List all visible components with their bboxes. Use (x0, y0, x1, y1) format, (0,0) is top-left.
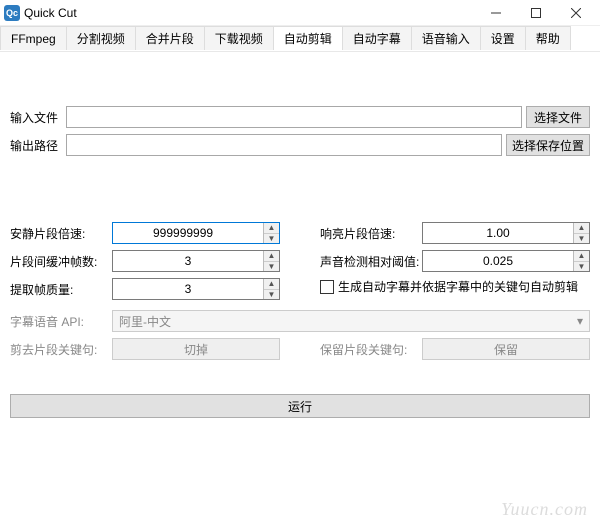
output-path-field[interactable] (66, 134, 502, 156)
auto-subtitle-checkbox-label: 生成自动字幕并依据字幕中的关键句自动剪辑 (338, 278, 578, 295)
quiet-speed-spinner[interactable]: 999999999 ▲▼ (112, 222, 280, 244)
minimize-button[interactable] (476, 0, 516, 26)
buffer-frames-spinner[interactable]: 3 ▲▼ (112, 250, 280, 272)
loud-speed-label: 响亮片段倍速: (320, 225, 422, 242)
tab-download[interactable]: 下载视频 (204, 26, 274, 50)
tab-help[interactable]: 帮助 (525, 26, 571, 50)
auto-subtitle-checkbox[interactable] (320, 280, 334, 294)
tab-auto-cut[interactable]: 自动剪辑 (273, 26, 343, 50)
run-button[interactable]: 运行 (10, 394, 590, 418)
app-icon: Qc (4, 5, 20, 21)
keep-button: 保留 (422, 338, 590, 360)
buffer-frames-value: 3 (113, 254, 263, 268)
close-button[interactable] (556, 0, 596, 26)
tab-merge[interactable]: 合并片段 (135, 26, 205, 50)
extract-quality-spinner[interactable]: 3 ▲▼ (112, 278, 280, 300)
output-path-label: 输出路径 (10, 137, 66, 154)
keep-keyword-label: 保留片段关键句: (320, 341, 422, 358)
spin-up-icon[interactable]: ▲ (574, 251, 589, 261)
cut-button: 切掉 (112, 338, 280, 360)
extract-quality-label: 提取帧质量: (10, 281, 112, 298)
tab-voice-input[interactable]: 语音输入 (411, 26, 481, 50)
watermark: Yuucn.com (501, 499, 588, 520)
extract-quality-value: 3 (113, 282, 263, 296)
spin-down-icon[interactable]: ▼ (264, 233, 279, 244)
window-title: Quick Cut (24, 6, 476, 20)
spin-up-icon[interactable]: ▲ (264, 279, 279, 289)
input-file-field[interactable] (66, 106, 522, 128)
tab-auto-subtitle[interactable]: 自动字幕 (342, 26, 412, 50)
spin-down-icon[interactable]: ▼ (574, 261, 589, 272)
threshold-spinner[interactable]: 0.025 ▲▼ (422, 250, 590, 272)
spin-up-icon[interactable]: ▲ (264, 223, 279, 233)
spin-up-icon[interactable]: ▲ (264, 251, 279, 261)
tab-settings[interactable]: 设置 (480, 26, 526, 50)
spin-down-icon[interactable]: ▼ (264, 261, 279, 272)
spin-down-icon[interactable]: ▼ (264, 289, 279, 300)
cut-keyword-label: 剪去片段关键句: (10, 341, 112, 358)
threshold-value: 0.025 (423, 254, 573, 268)
api-label: 字幕语音 API: (10, 313, 112, 330)
quiet-speed-value: 999999999 (113, 226, 263, 240)
maximize-button[interactable] (516, 0, 556, 26)
buffer-frames-label: 片段间缓冲帧数: (10, 253, 112, 270)
titlebar: Qc Quick Cut (0, 0, 600, 26)
tab-split-video[interactable]: 分割视频 (66, 26, 136, 50)
input-file-label: 输入文件 (10, 109, 66, 126)
window-controls (476, 0, 596, 26)
threshold-label: 声音检测相对阈值: (320, 253, 422, 270)
tab-bar: FFmpeg 分割视频 合并片段 下载视频 自动剪辑 自动字幕 语音输入 设置 … (0, 26, 600, 52)
loud-speed-spinner[interactable]: 1.00 ▲▼ (422, 222, 590, 244)
content-area: 输入文件 选择文件 输出路径 选择保存位置 安静片段倍速: 999999999 … (0, 52, 600, 374)
spin-up-icon[interactable]: ▲ (574, 223, 589, 233)
quiet-speed-label: 安静片段倍速: (10, 225, 112, 242)
tab-ffmpeg[interactable]: FFmpeg (0, 26, 67, 50)
api-select: 阿里-中文 (112, 310, 590, 332)
loud-speed-value: 1.00 (423, 226, 573, 240)
api-select-value: 阿里-中文 (119, 313, 171, 330)
choose-output-button[interactable]: 选择保存位置 (506, 134, 590, 156)
spin-down-icon[interactable]: ▼ (574, 233, 589, 244)
choose-file-button[interactable]: 选择文件 (526, 106, 590, 128)
